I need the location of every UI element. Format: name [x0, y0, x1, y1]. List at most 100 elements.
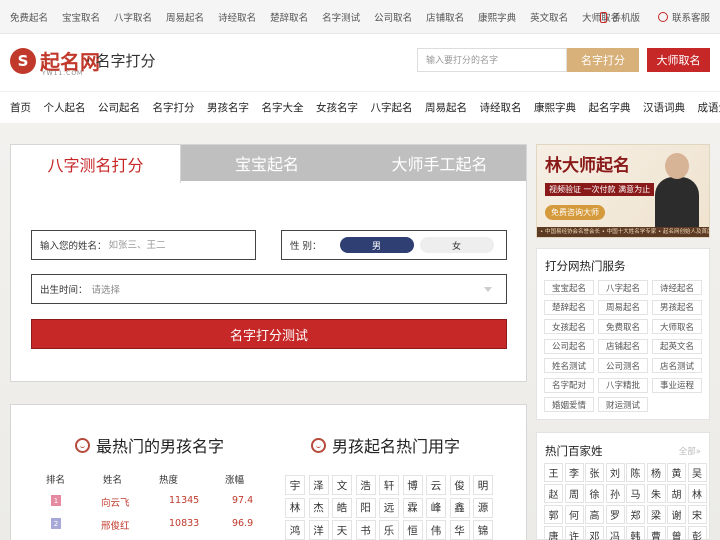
service-item[interactable]: 免费取名 — [598, 319, 648, 334]
hot-char[interactable]: 皓 — [332, 497, 352, 518]
hot-char[interactable]: 泽 — [308, 475, 329, 495]
nav-item[interactable]: 名字大全 — [262, 100, 304, 115]
service-item[interactable]: 公司测名 — [598, 358, 648, 373]
service-link[interactable]: 联系客服 — [657, 10, 710, 24]
service-item[interactable]: 宝宝起名 — [544, 280, 594, 295]
top-link[interactable]: 店铺取名 — [426, 10, 464, 24]
hot-char[interactable]: 远 — [379, 497, 399, 518]
surname-item[interactable]: 郑 — [626, 505, 645, 524]
surname-item[interactable]: 徐 — [585, 484, 604, 503]
surname-item[interactable]: 彭 — [687, 526, 707, 540]
nav-item[interactable]: 名字打分 — [153, 100, 195, 115]
logo-icon[interactable]: S — [10, 48, 36, 74]
top-link[interactable]: 免费起名 — [10, 10, 48, 24]
surname-item[interactable]: 朱 — [646, 484, 666, 503]
nav-item[interactable]: 成语大全 — [698, 100, 720, 115]
surname-item[interactable]: 孙 — [605, 484, 625, 503]
surname-item[interactable]: 郭 — [544, 505, 563, 524]
service-item[interactable]: 姓名测试 — [544, 358, 594, 373]
hot-char[interactable]: 博 — [402, 475, 423, 495]
service-item[interactable]: 婚姻爱情 — [544, 397, 594, 412]
top-link[interactable]: 周易起名 — [166, 10, 204, 24]
name-link[interactable]: 邢俊红 — [101, 518, 130, 532]
surname-item[interactable]: 吴 — [687, 463, 707, 482]
surnames-more-link[interactable]: 全部» — [679, 445, 701, 457]
service-item[interactable]: 男孩起名 — [652, 299, 702, 315]
hot-char[interactable]: 鑫 — [449, 497, 470, 518]
hot-char[interactable]: 天 — [332, 520, 352, 540]
top-link[interactable]: 名字测试 — [322, 10, 360, 24]
hot-char[interactable]: 恒 — [402, 520, 423, 540]
service-item[interactable]: 财运测试 — [598, 397, 648, 412]
top-link[interactable]: 宝宝取名 — [62, 10, 100, 24]
service-item[interactable]: 周易起名 — [598, 299, 648, 315]
surname-item[interactable]: 邓 — [585, 526, 604, 540]
hot-char[interactable]: 乐 — [379, 520, 399, 540]
hot-char[interactable]: 明 — [473, 475, 493, 495]
hot-char[interactable]: 书 — [355, 520, 376, 540]
top-link[interactable]: 康熙字典 — [478, 10, 516, 24]
top-link[interactable]: 英文取名 — [530, 10, 568, 24]
submit-score-button[interactable]: 名字打分测试 — [31, 319, 507, 349]
hot-char[interactable]: 林 — [285, 497, 305, 518]
surname-item[interactable]: 林 — [687, 484, 707, 503]
banner-consult-button[interactable]: 免费咨询大师 — [545, 205, 605, 220]
service-item[interactable]: 女孩起名 — [544, 319, 594, 334]
hot-char[interactable]: 霖 — [402, 497, 423, 518]
hot-char[interactable]: 宇 — [285, 475, 305, 495]
name-score-button[interactable]: 名字打分 — [567, 48, 639, 72]
nav-item[interactable]: 起名字典 — [589, 100, 631, 115]
nav-item[interactable]: 男孩名字 — [207, 100, 249, 115]
hot-char[interactable]: 鸿 — [285, 520, 305, 540]
hot-char[interactable]: 洋 — [308, 520, 329, 540]
nav-item[interactable]: 个人起名 — [44, 100, 86, 115]
service-item[interactable]: 店铺起名 — [598, 338, 648, 354]
hot-char[interactable]: 浩 — [355, 475, 376, 495]
hot-char[interactable]: 伟 — [426, 520, 446, 540]
surname-item[interactable]: 冯 — [605, 526, 625, 540]
service-item[interactable]: 名字配对 — [544, 377, 594, 393]
tab-master-naming[interactable]: 大师手工起名 — [353, 145, 526, 181]
hot-char[interactable]: 峰 — [426, 497, 446, 518]
service-item[interactable]: 事业运程 — [652, 377, 702, 393]
surname-item[interactable]: 赵 — [544, 484, 563, 503]
service-item[interactable]: 八字起名 — [598, 280, 648, 295]
hot-char[interactable]: 杰 — [308, 497, 329, 518]
surname-item[interactable]: 曾 — [667, 526, 686, 540]
surname-item[interactable]: 黄 — [667, 463, 686, 482]
surname-item[interactable]: 唐 — [544, 526, 563, 540]
tab-baby-naming[interactable]: 宝宝起名 — [181, 145, 353, 181]
hot-char[interactable]: 轩 — [379, 475, 399, 495]
hot-char[interactable]: 锦 — [473, 520, 493, 540]
hot-char[interactable]: 俊 — [449, 475, 470, 495]
surname-item[interactable]: 王 — [544, 463, 563, 482]
master-banner[interactable]: 林大师起名 视频验证 一次付款 满意为止 免费咨询大师 • 中国易经协会名誉会长… — [536, 144, 710, 238]
surname-item[interactable]: 罗 — [605, 505, 625, 524]
service-item[interactable]: 店名测试 — [652, 358, 702, 373]
nav-item[interactable]: 康熙字典 — [534, 100, 576, 115]
name-link[interactable]: 向云飞 — [101, 495, 130, 509]
gender-female-option[interactable]: 女 — [419, 237, 494, 253]
surname-item[interactable]: 韩 — [626, 526, 645, 540]
surname-item[interactable]: 谢 — [667, 505, 686, 524]
top-link[interactable]: 楚辞取名 — [270, 10, 308, 24]
master-naming-button[interactable]: 大师取名 — [647, 48, 710, 72]
nav-item[interactable]: 汉语词典 — [643, 100, 685, 115]
service-item[interactable]: 诗经起名 — [652, 280, 702, 295]
surname-item[interactable]: 张 — [585, 463, 604, 482]
surname-item[interactable]: 高 — [585, 505, 604, 524]
hot-char[interactable]: 华 — [449, 520, 470, 540]
surname-item[interactable]: 陈 — [626, 463, 645, 482]
nav-item[interactable]: 诗经取名 — [480, 100, 522, 115]
top-link[interactable]: 八字取名 — [114, 10, 152, 24]
hot-char[interactable]: 阳 — [355, 497, 376, 518]
surname-item[interactable]: 刘 — [605, 463, 625, 482]
nav-item[interactable]: 公司起名 — [98, 100, 140, 115]
surname-item[interactable]: 许 — [564, 526, 584, 540]
mobile-link[interactable]: 手机版 — [600, 10, 640, 24]
name-input[interactable] — [108, 239, 239, 251]
hot-char[interactable]: 源 — [473, 497, 493, 518]
service-item[interactable]: 八字精批 — [598, 377, 648, 393]
surname-item[interactable]: 何 — [564, 505, 584, 524]
tab-bazi-score[interactable]: 八字测名打分 — [11, 145, 181, 183]
